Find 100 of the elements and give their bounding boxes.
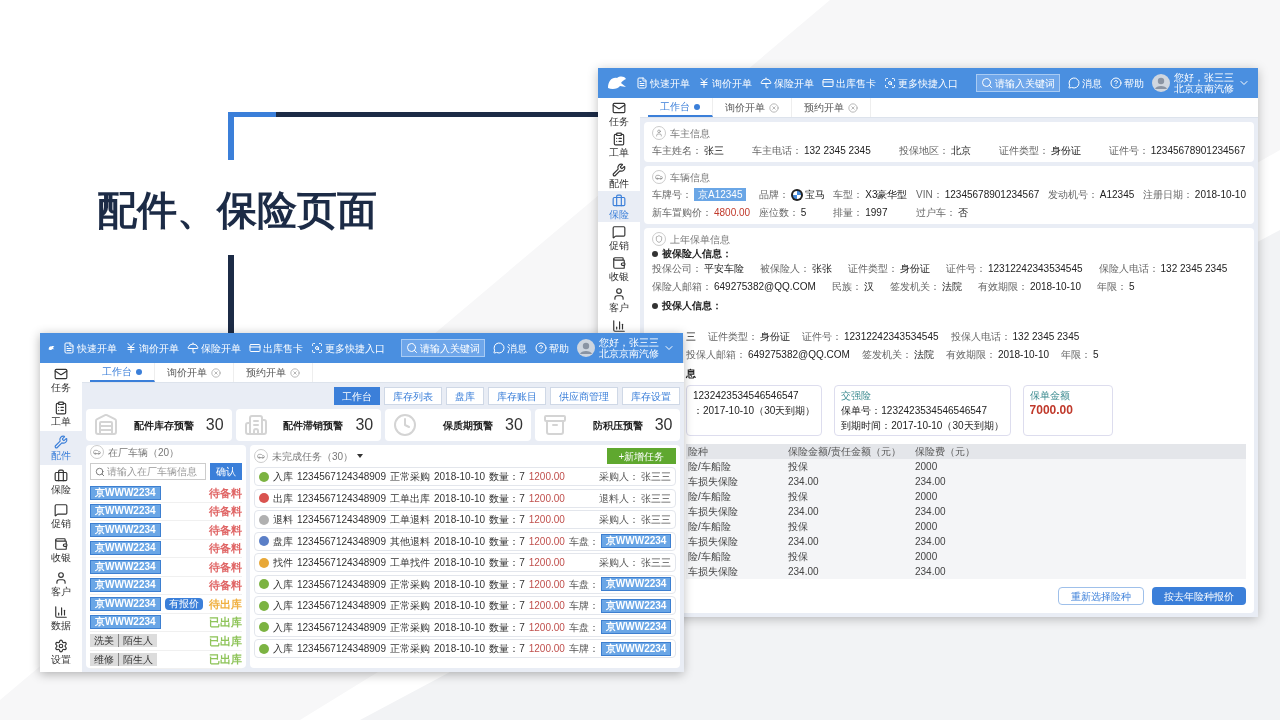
vehicle-item[interactable]: 京WWW2234 已出库 — [90, 613, 242, 632]
nav-link[interactable]: 快速开单 — [63, 340, 117, 356]
task-row[interactable]: 入库 1234567124348909 正常采购 2018-10-10 数量：7 1200.00 采购人： 张三三 — [254, 467, 677, 486]
action-button[interactable]: 按去年险种报价 — [1152, 587, 1246, 605]
vehicle-item[interactable]: 京WWW2234 待备料 — [90, 576, 242, 595]
tab[interactable]: 工作台 — [648, 98, 713, 117]
vehicle-item[interactable]: 京WWW2234 待备料 — [90, 502, 242, 521]
table-cell-text: 险/车船险 — [687, 490, 732, 504]
avatar-icon — [577, 339, 595, 357]
close-icon[interactable] — [848, 102, 858, 113]
field-value: 张张 — [812, 262, 832, 276]
task-type: 盘库 — [273, 534, 293, 549]
vehicle-item[interactable]: 京WWW2234 待备料 — [90, 484, 242, 503]
stat-value: 30 — [205, 415, 224, 435]
tab[interactable]: 询价开单 — [155, 363, 234, 382]
vehicle-item[interactable]: 维修 陌生人 已出库 — [90, 650, 242, 669]
sidebar-item[interactable]: 任务 — [598, 98, 640, 129]
card-line: 到期时间：2017-10-10（30天到期） — [841, 419, 1004, 433]
help-button[interactable]: 帮助 — [1110, 75, 1144, 91]
sidebar-item[interactable]: 工单 — [40, 397, 82, 431]
tab[interactable]: 预约开单 — [234, 363, 313, 382]
nav-link[interactable]: 出库售卡 — [822, 75, 876, 91]
vehicle-item[interactable]: 京WWW2234 待备料 — [90, 539, 242, 558]
toolbar-button[interactable]: 库存设置 — [622, 387, 681, 405]
clipboard-icon — [54, 401, 68, 415]
tab[interactable]: 工作台 — [90, 363, 155, 382]
table-cell-text: 234.00 — [787, 475, 820, 489]
table-cell-text: 险/车船险 — [687, 460, 732, 474]
column-header: 险种 — [687, 445, 709, 459]
task-row[interactable]: 找件 1234567124348909 工单找件 2018-10-10 数量：7 1200.00 采购人： 张三三 — [254, 553, 677, 572]
close-icon[interactable] — [769, 102, 779, 113]
nav-link[interactable]: 保险开单 — [760, 75, 814, 91]
toolbar-button[interactable]: 库存账目 — [488, 387, 547, 405]
sidebar-item[interactable]: 设置 — [40, 635, 82, 669]
search-icon — [95, 466, 105, 477]
sidebar-item[interactable]: 收银 — [40, 533, 82, 567]
sidebar-item[interactable]: 保险 — [40, 465, 82, 499]
caret-icon[interactable] — [357, 454, 364, 458]
sidebar-item[interactable]: 促销 — [598, 222, 640, 253]
nav-link[interactable]: 出库售卡 — [249, 340, 303, 356]
sidebar-item[interactable]: 配件 — [40, 431, 82, 465]
logo-icon — [606, 75, 628, 91]
umbrella-icon — [760, 77, 772, 89]
sidebar-item[interactable]: 收银 — [598, 253, 640, 284]
nav-link[interactable]: 更多快捷入口 — [884, 75, 958, 91]
task-row[interactable]: 入库 1234567124348909 正常采购 2018-10-10 数量：7 1200.00 车牌： 京WWW2234 — [254, 639, 677, 658]
task-quantity: 数量：7 — [489, 599, 525, 613]
action-button[interactable]: 重新选择险种 — [1058, 587, 1144, 605]
task-row[interactable]: 退料 1234567124348909 工单退料 2018-10-10 数量：7 1200.00 采购人： 张三三 — [254, 510, 677, 529]
warehouse-icon — [94, 413, 118, 437]
search-field[interactable]: 请输入关键词 — [976, 74, 1060, 92]
tab[interactable]: 询价开单 — [713, 98, 792, 117]
messages-button[interactable]: 消息 — [1068, 75, 1102, 91]
nav-link[interactable]: 更多快捷入口 — [311, 340, 385, 356]
document-icon — [636, 77, 648, 89]
sidebar-item[interactable]: 配件 — [598, 160, 640, 191]
vehicle-item[interactable]: 京WWW2234 有报价 待出库 — [90, 595, 242, 614]
nav-link[interactable]: 询价开单 — [698, 75, 752, 91]
bar-chart-icon[interactable] — [612, 319, 626, 333]
task-price: 1200.00 — [528, 620, 565, 635]
vehicle-item[interactable]: 京WWW2234 待备料 — [90, 521, 242, 540]
nav-link[interactable]: 询价开单 — [125, 340, 179, 356]
table-cell-text: 234.00 — [914, 475, 947, 489]
user-icon — [54, 571, 68, 585]
sidebar-item[interactable]: 工单 — [598, 129, 640, 160]
search-list-icon — [311, 342, 323, 354]
close-icon[interactable] — [211, 367, 221, 378]
person-name: 张三三 — [641, 513, 672, 527]
sidebar-item[interactable]: 任务 — [40, 363, 82, 397]
nav-link[interactable]: 快速开单 — [636, 75, 690, 91]
vehicle-item[interactable]: 洗美 陌生人 已出库 — [90, 632, 242, 651]
sidebar-item[interactable]: 客户 — [598, 284, 640, 315]
close-icon[interactable] — [290, 367, 300, 378]
stat-label: 配件库存预警 — [133, 418, 194, 433]
nav-link[interactable]: 保险开单 — [187, 340, 241, 356]
task-row[interactable]: 盘库 1234567124348909 其他退料 2018-10-10 数量：7 1200.00 车盘： 京WWW2234 — [254, 531, 677, 551]
task-row[interactable]: 出库 1234567124348909 工单出库 2018-10-10 数量：7 1200.00 退料人： 张三三 — [254, 488, 677, 508]
task-row[interactable]: 入库 1234567124348909 正常采购 2018-10-10 数量：7 1200.00 车盘： 京WWW2234 — [254, 574, 677, 594]
sidebar-item[interactable]: 数据 — [40, 601, 82, 635]
help-button[interactable]: 帮助 — [535, 340, 569, 356]
toolbar-button[interactable]: 盘库 — [446, 387, 485, 405]
task-row[interactable]: 入库 1234567124348909 正常采购 2018-10-10 数量：7 1200.00 车牌： 京WWW2234 — [254, 596, 677, 615]
messages-button[interactable]: 消息 — [493, 340, 527, 356]
tab[interactable]: 预约开单 — [792, 98, 871, 117]
task-category: 其他退料 — [390, 534, 430, 549]
sidebar-item[interactable]: 客户 — [40, 567, 82, 601]
sidebar-item[interactable]: 保险 — [598, 191, 640, 222]
toolbar-button[interactable]: 工作台 — [334, 387, 381, 405]
search-field[interactable]: 请输入关键词 — [401, 339, 485, 357]
sidebar-item[interactable]: 促销 — [40, 499, 82, 533]
vehicle-item[interactable]: 京WWW2234 待备料 — [90, 558, 242, 577]
new-task-button[interactable]: +新增任务 — [606, 448, 677, 464]
plate-number: 京WWW2234 — [600, 598, 672, 613]
task-row[interactable]: 入库 1234567124348909 正常采购 2018-10-10 数量：7 1200.00 车盘： 京WWW2234 — [254, 617, 677, 637]
confirm-button[interactable]: 确认 — [210, 463, 242, 480]
toolbar-button[interactable]: 库存列表 — [384, 387, 443, 405]
toolbar-button[interactable]: 供应商管理 — [550, 387, 619, 405]
task-type: 退料 — [273, 513, 293, 527]
field-label: VIN： — [916, 188, 943, 202]
search-field[interactable]: 请输入在厂车辆信息 — [90, 463, 206, 480]
